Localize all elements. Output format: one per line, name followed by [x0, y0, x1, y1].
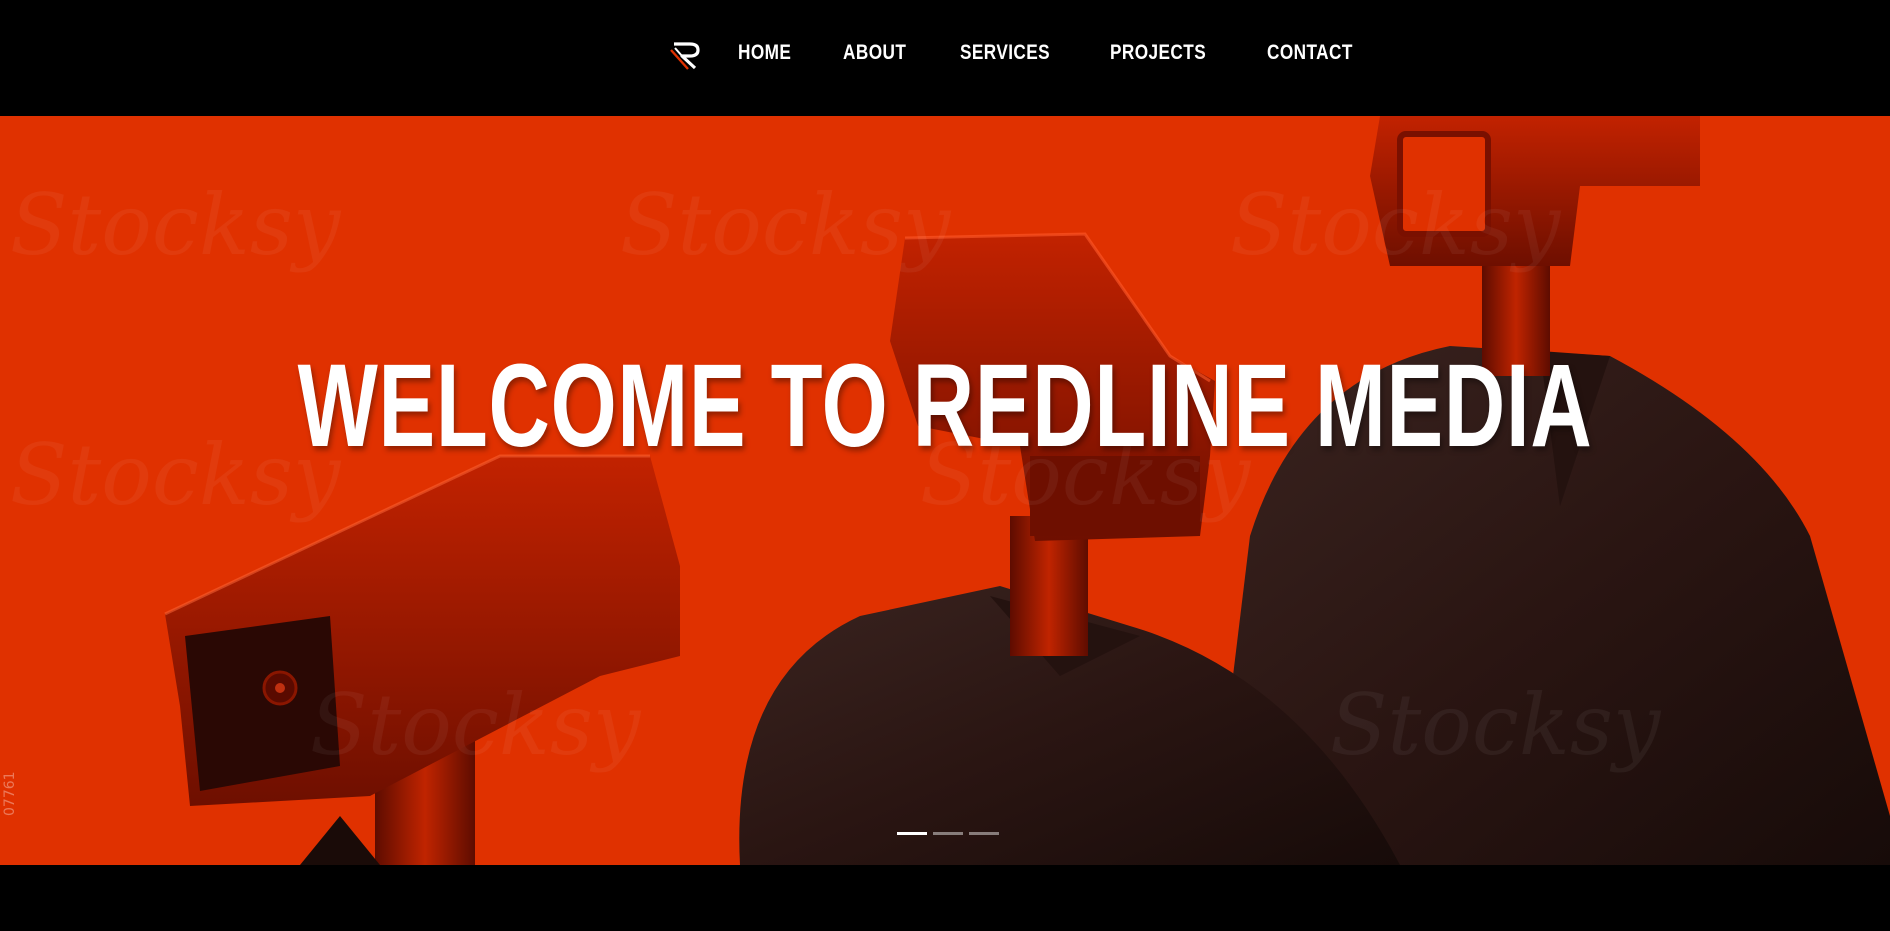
- nav-services-link[interactable]: SERVICES: [960, 36, 1050, 70]
- nav-home-link[interactable]: HOME: [738, 36, 791, 70]
- nav-about-link[interactable]: ABOUT: [843, 36, 906, 70]
- hero-slider: Stocksy Stocksy Stocksy Stocksy Stocksy …: [0, 116, 1890, 865]
- bottom-band: [0, 865, 1890, 931]
- stock-watermark: Stocksy: [1330, 676, 1661, 774]
- nav-projects-link[interactable]: PROJECTS: [1110, 36, 1206, 70]
- stock-watermark: Stocksy: [310, 676, 641, 774]
- slider-dot-2[interactable]: [933, 832, 963, 835]
- stock-watermark: Stocksy: [10, 176, 341, 274]
- stock-watermark: Stocksy: [620, 176, 951, 274]
- slider-pagination: [897, 832, 999, 835]
- nav-contact-link[interactable]: CONTACT: [1267, 36, 1353, 70]
- stock-watermark: Stocksy: [1230, 176, 1561, 274]
- slider-dot-1[interactable]: [897, 832, 927, 835]
- top-navigation-bar: HOME ABOUT SERVICES PROJECTS CONTACT: [0, 0, 1890, 116]
- hero-headline: WELCOME TO REDLINE MEDIA: [297, 340, 1593, 472]
- slider-dot-3[interactable]: [969, 832, 999, 835]
- redline-r-logo-icon[interactable]: [668, 36, 702, 70]
- main-nav: HOME ABOUT SERVICES PROJECTS CONTACT: [668, 36, 1412, 70]
- image-id-code: 07761: [2, 771, 18, 816]
